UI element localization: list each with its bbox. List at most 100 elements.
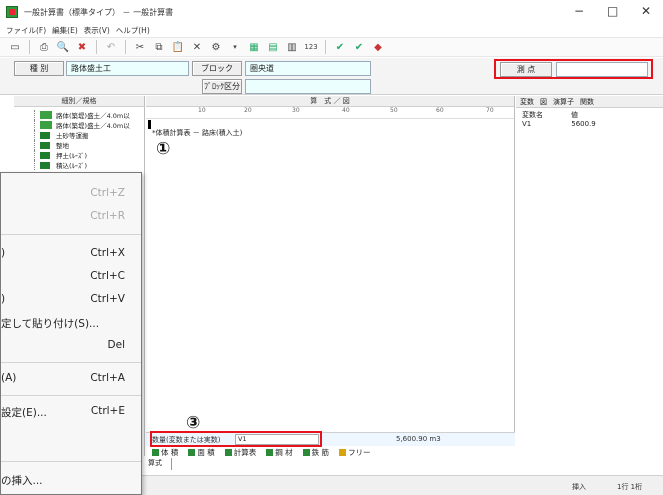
sheet-tab[interactable]: 算式 <box>146 458 172 470</box>
menu-file[interactable]: ファイル(F) <box>6 25 46 36</box>
tree-item[interactable]: 路体(築堤)盛土／4.0m以 <box>14 110 144 120</box>
tree-line <box>34 110 35 120</box>
block-division-button[interactable]: ﾌﾞﾛｯｸ区分 <box>202 79 242 94</box>
formula-editor[interactable]: 算 式 ／ 図 10 20 30 40 50 60 70 *体積計算表 － 路床… <box>146 96 515 432</box>
menu-item-label: の挿入... <box>1 475 43 487</box>
menu-item-shortcut: Ctrl+Z <box>90 187 125 199</box>
ruler-label: 20 <box>244 107 252 114</box>
paste-icon[interactable]: 📋 <box>171 40 185 54</box>
tree-item[interactable]: 土砂等運搬 <box>14 130 144 140</box>
tree-item-label: 積込(ﾙｰｽﾞ) <box>56 162 88 170</box>
menu-item-settings[interactable]: 設定(E)... Ctrl+E <box>1 401 141 423</box>
numbers-icon[interactable]: 123 <box>304 40 318 54</box>
block-button[interactable]: ブロック <box>192 61 242 76</box>
tab-area[interactable]: 面 積 <box>188 447 215 458</box>
tab-volume-label: 体 積 <box>161 447 179 457</box>
menu-item-redo[interactable]: Ctrl+R <box>1 206 141 228</box>
editor-header: 算 式 ／ 図 <box>146 96 514 107</box>
tab-free[interactable]: フリー <box>339 447 371 458</box>
save-icon[interactable]: ▭ <box>8 40 22 54</box>
item-icon <box>40 131 50 139</box>
status-bar: 挿入 1行 1桁 <box>142 475 663 495</box>
item-icon <box>40 151 50 159</box>
close-button[interactable]: ✕ <box>641 4 651 18</box>
menu-item-delete[interactable]: Del <box>1 335 141 357</box>
app-icon <box>6 6 18 18</box>
tab-free-label: フリー <box>348 447 371 457</box>
menu-item-shortcut: Del <box>107 339 125 351</box>
menu-item-shortcut: Ctrl+V <box>90 293 125 305</box>
diamond-icon[interactable]: ◆ <box>371 40 385 54</box>
ruler-label: 60 <box>436 107 444 114</box>
copy-icon[interactable]: ⧉ <box>152 40 166 54</box>
ruler-label: 50 <box>390 107 398 114</box>
variable-value: 5600.9 <box>571 120 596 128</box>
close-x-icon[interactable]: ✕ <box>190 40 204 54</box>
maximize-button[interactable]: □ <box>607 4 618 18</box>
block-division-field[interactable] <box>245 79 371 94</box>
tree-item[interactable]: 整地 <box>14 140 144 150</box>
dropdown-icon[interactable]: ▾ <box>228 40 242 54</box>
print-icon[interactable]: ⎙ <box>37 40 51 54</box>
minimize-button[interactable]: − <box>574 4 584 18</box>
menu-view[interactable]: 表示(V) <box>84 25 110 36</box>
menu-item-label: ) <box>1 293 6 305</box>
menu-item-shortcut: Ctrl+A <box>90 372 125 384</box>
variable-row[interactable]: V1 5600.9 <box>516 120 663 128</box>
grid3-icon[interactable]: ▥ <box>285 40 299 54</box>
check2-icon[interactable]: ✔ <box>352 40 366 54</box>
category-field[interactable]: 路体盛土工 <box>66 61 189 76</box>
menu-item-label: (A) <box>1 372 17 384</box>
menu-item-shortcut: Ctrl+X <box>90 247 125 259</box>
tool-icon[interactable]: ⚙ <box>209 40 223 54</box>
item-icon <box>40 161 50 169</box>
menu-item-copy[interactable]: Ctrl+C <box>1 266 141 288</box>
undo-icon[interactable]: ↶ <box>104 40 118 54</box>
tab-operators[interactable]: 演算子 <box>553 97 574 107</box>
grid2-icon[interactable]: ▤ <box>266 40 280 54</box>
menu-item-insert[interactable]: の挿入... <box>1 469 141 491</box>
check1-icon[interactable]: ✔ <box>333 40 347 54</box>
tab-calc-table[interactable]: 計算表 <box>224 447 256 458</box>
tab-volume[interactable]: 体 積 <box>152 447 178 458</box>
menu-item-select-all[interactable]: (A) Ctrl+A <box>1 368 141 390</box>
tab-functions[interactable]: 関数 <box>580 97 594 107</box>
right-panel-tabs: 変数 図 演算子 関数 <box>516 96 663 108</box>
tab-rebar-label: 鉄 筋 <box>311 447 330 457</box>
toolbar-separator <box>96 40 97 54</box>
left-panel-header: 細別／規格 <box>14 96 144 107</box>
tree-item[interactable]: 押土(ﾙｰｽﾞ) <box>14 150 144 160</box>
tree-item-label: 土砂等運搬 <box>56 132 89 140</box>
menu-edit[interactable]: 編集(E) <box>52 25 78 36</box>
menu-item-shortcut: Ctrl+R <box>90 210 125 222</box>
tab-variables[interactable]: 変数 <box>520 97 534 107</box>
block-field[interactable]: 圏央道 <box>245 61 371 76</box>
cut-icon[interactable]: ✂ <box>133 40 147 54</box>
highlight-quantity <box>150 431 322 447</box>
tab-steel[interactable]: 鋼 材 <box>266 447 293 458</box>
tab-figure[interactable]: 図 <box>540 97 547 107</box>
window-title: 一般計算書（標準タイプ） － 一般計算書 <box>24 7 174 17</box>
menu-item-cut[interactable]: ) Ctrl+X <box>1 243 141 265</box>
menu-help[interactable]: ヘルプ(H) <box>116 25 150 36</box>
tree-item-label: 路体(築堤)盛土／4.0m以 <box>56 112 130 120</box>
toolbar-separator <box>325 40 326 54</box>
col-variable-name: 変数名 <box>522 111 543 119</box>
editor-first-line[interactable]: *体積計算表 － 路床(積入土) <box>152 128 242 138</box>
preview-icon[interactable]: 🔍 <box>56 40 70 54</box>
menu-item-label: ) <box>1 247 6 259</box>
menu-item-paste[interactable]: ) Ctrl+V <box>1 289 141 311</box>
item-icon <box>40 111 52 119</box>
tab-rebar[interactable]: 鉄 筋 <box>302 447 330 458</box>
menu-separator <box>1 395 141 396</box>
menu-item-undo[interactable]: Ctrl+Z <box>1 183 141 205</box>
variable-name: V1 <box>522 120 532 128</box>
menu-item-paste-special[interactable]: 定して貼り付け(S)... <box>1 312 141 334</box>
grid1-icon[interactable]: ▦ <box>247 40 261 54</box>
category-button[interactable]: 種 別 <box>14 61 64 76</box>
ruler-label: 10 <box>198 107 206 114</box>
tree-item[interactable]: 積込(ﾙｰｽﾞ) <box>14 160 144 170</box>
variables-header: 変数名 値 <box>516 108 663 120</box>
tree-item[interactable]: 路体(築堤)盛土／4.0m以 <box>14 120 144 130</box>
delete-icon[interactable]: ✖ <box>75 40 89 54</box>
